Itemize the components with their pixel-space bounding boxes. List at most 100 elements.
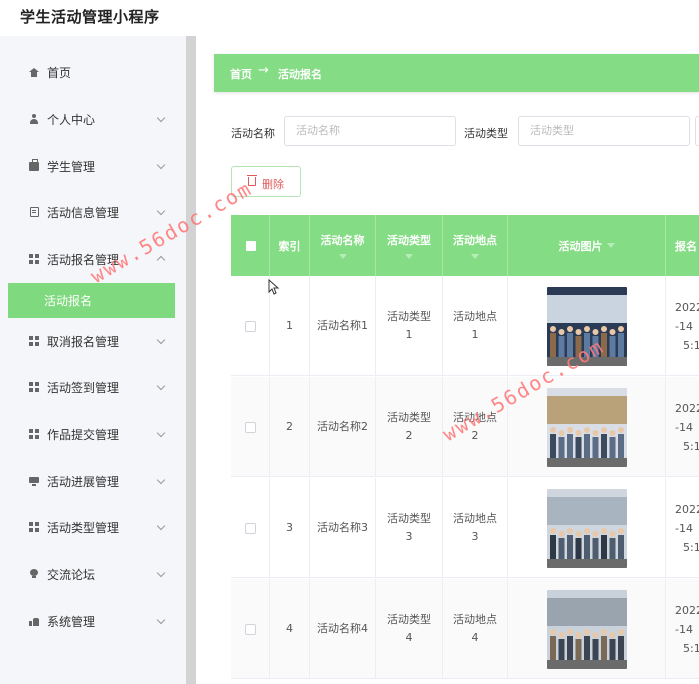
header-activity-image[interactable]: 活动图片 xyxy=(508,215,666,276)
sort-icon[interactable] xyxy=(606,243,615,248)
header-label: 活动图片 xyxy=(558,239,603,253)
sidebar-item-cancel-registration[interactable]: 取消报名管理 xyxy=(0,323,186,359)
sidebar-item-activity-types[interactable]: 活动类型管理 xyxy=(0,509,186,545)
header-select-all[interactable] xyxy=(231,215,270,276)
row-checkbox[interactable] xyxy=(244,623,256,635)
sidebar-subitem-registration-active[interactable]: 活动报名 xyxy=(8,283,175,318)
monitor-icon xyxy=(28,475,40,487)
cell-activity-type: 活动类型 3 xyxy=(376,478,443,578)
mouse-cursor-icon xyxy=(268,279,280,295)
cell-activity-place: 活动地点 3 xyxy=(443,478,508,578)
activity-type-input[interactable]: 活动类型 xyxy=(518,116,690,146)
chevron-down-icon xyxy=(156,161,166,171)
activity-photo[interactable] xyxy=(546,488,627,568)
cell-text: 2022 xyxy=(675,300,699,314)
sidebar-item-students[interactable]: 学生管理 xyxy=(0,148,186,184)
cell-text: 5:1 xyxy=(683,641,699,655)
cell-registration-time: 2022 -14 5:1 xyxy=(666,579,699,679)
sidebar-item-profile[interactable]: 个人中心 xyxy=(0,101,186,137)
briefcase-icon xyxy=(28,158,40,172)
cell-text: -14 xyxy=(675,420,693,434)
breadcrumb-home[interactable]: 首页 xyxy=(230,66,252,82)
header-registration-time[interactable]: 报名 xyxy=(666,215,699,276)
cell-activity-image xyxy=(508,579,666,679)
cell-text: 5:1 xyxy=(683,338,699,352)
header-activity-place[interactable]: 活动地点 xyxy=(443,215,508,276)
cell-text: 活动类型 xyxy=(387,411,431,424)
cell-activity-type: 活动类型 1 xyxy=(376,276,443,376)
table-row[interactable]: 1活动名称1活动类型1活动地点12022-145:1 xyxy=(231,276,699,376)
row-checkbox[interactable] xyxy=(244,522,256,534)
chevron-down-icon xyxy=(156,476,166,486)
cell-text: 4 xyxy=(405,631,413,644)
cell-text: 3 xyxy=(471,530,479,543)
cell-text: -14 xyxy=(675,319,693,333)
search-extra-control[interactable] xyxy=(695,116,699,146)
sidebar-item-progress[interactable]: 活动进展管理 xyxy=(0,463,186,499)
cell-text: 1 xyxy=(471,328,479,341)
arrow-right-icon: → xyxy=(258,63,269,78)
row-checkbox[interactable] xyxy=(244,421,256,433)
chevron-down-icon xyxy=(156,382,166,392)
header-label: 索引 xyxy=(278,239,301,253)
cell-text: 2022 xyxy=(675,401,699,415)
cell-index: 4 xyxy=(270,579,310,679)
sidebar-item-label: 活动签到管理 xyxy=(47,380,120,395)
sidebar-item-label: 活动信息管理 xyxy=(47,205,120,220)
row-checkbox[interactable] xyxy=(244,320,256,332)
breadcrumb: 首页 → 活动报名 xyxy=(214,54,699,92)
sidebar-item-checkin[interactable]: 活动签到管理 xyxy=(0,369,186,405)
sort-icon[interactable] xyxy=(405,254,413,259)
cell-text: 活动地点 xyxy=(453,613,497,626)
header-activity-type[interactable]: 活动类型 xyxy=(376,215,443,276)
sidebar-item-system[interactable]: 系统管理 xyxy=(0,603,186,639)
cell-text: 活动地点 xyxy=(453,512,497,525)
cell-text: 活动类型 xyxy=(387,512,431,525)
cell-activity-name: 活动名称4 xyxy=(310,579,376,679)
activity-photo[interactable] xyxy=(546,589,627,669)
activity-photo[interactable] xyxy=(546,387,627,467)
delete-button-label: 删除 xyxy=(262,178,284,191)
cell-text: 活动类型 xyxy=(387,613,431,626)
cell-select xyxy=(231,276,270,376)
table-row[interactable]: 4活动名称4活动类型4活动地点42022-145:1 xyxy=(231,579,699,679)
sidebar-item-forum[interactable]: 交流论坛 xyxy=(0,556,186,592)
header-activity-name[interactable]: 活动名称 xyxy=(310,215,376,276)
breadcrumb-current: 活动报名 xyxy=(278,68,322,81)
cell-text: 1 xyxy=(405,328,413,341)
header-index: 索引 xyxy=(270,215,310,276)
sidebar-scrollbar[interactable] xyxy=(186,36,196,684)
chevron-down-icon xyxy=(156,114,166,124)
cell-text: 3 xyxy=(405,530,413,543)
chevron-up-icon xyxy=(156,254,166,264)
chevron-down-icon xyxy=(156,569,166,579)
sidebar-item-home[interactable]: 首页 xyxy=(0,54,186,90)
cell-activity-name: 活动名称2 xyxy=(310,377,376,477)
thumbs-up-icon xyxy=(28,615,40,627)
chevron-down-icon xyxy=(156,522,166,532)
top-bar: 学生活动管理小程序 xyxy=(0,0,699,36)
cell-activity-type: 活动类型 4 xyxy=(376,579,443,679)
activity-name-input[interactable]: 活动名称 xyxy=(284,116,456,146)
sort-icon[interactable] xyxy=(471,254,479,259)
table-header: 索引 活动名称 活动类型 活动地点 活动图片 报名 xyxy=(231,215,699,276)
cell-activity-name: 活动名称3 xyxy=(310,478,376,578)
table-row[interactable]: 3活动名称3活动类型3活动地点32022-145:1 xyxy=(231,478,699,578)
grid-icon xyxy=(28,335,40,347)
activity-name-label: 活动名称 xyxy=(231,127,275,140)
cell-activity-place: 活动地点 4 xyxy=(443,579,508,679)
sidebar: 首页 个人中心 学生管理 活动信息管理 活动报名管理 取消报名管理 活动签到管理… xyxy=(0,36,186,684)
sort-icon[interactable] xyxy=(338,254,347,259)
select-all-checkbox[interactable] xyxy=(246,241,256,251)
cell-text: 2 xyxy=(405,429,413,442)
user-icon xyxy=(28,113,40,125)
lightbulb-icon xyxy=(28,568,40,580)
activity-type-label: 活动类型 xyxy=(464,127,508,140)
grid-icon xyxy=(28,253,40,265)
cell-index: 2 xyxy=(270,377,310,477)
sidebar-item-submissions[interactable]: 作品提交管理 xyxy=(0,416,186,452)
sidebar-item-label: 学生管理 xyxy=(47,159,96,174)
cell-index: 3 xyxy=(270,478,310,578)
chevron-down-icon xyxy=(156,336,166,346)
cell-select xyxy=(231,579,270,679)
